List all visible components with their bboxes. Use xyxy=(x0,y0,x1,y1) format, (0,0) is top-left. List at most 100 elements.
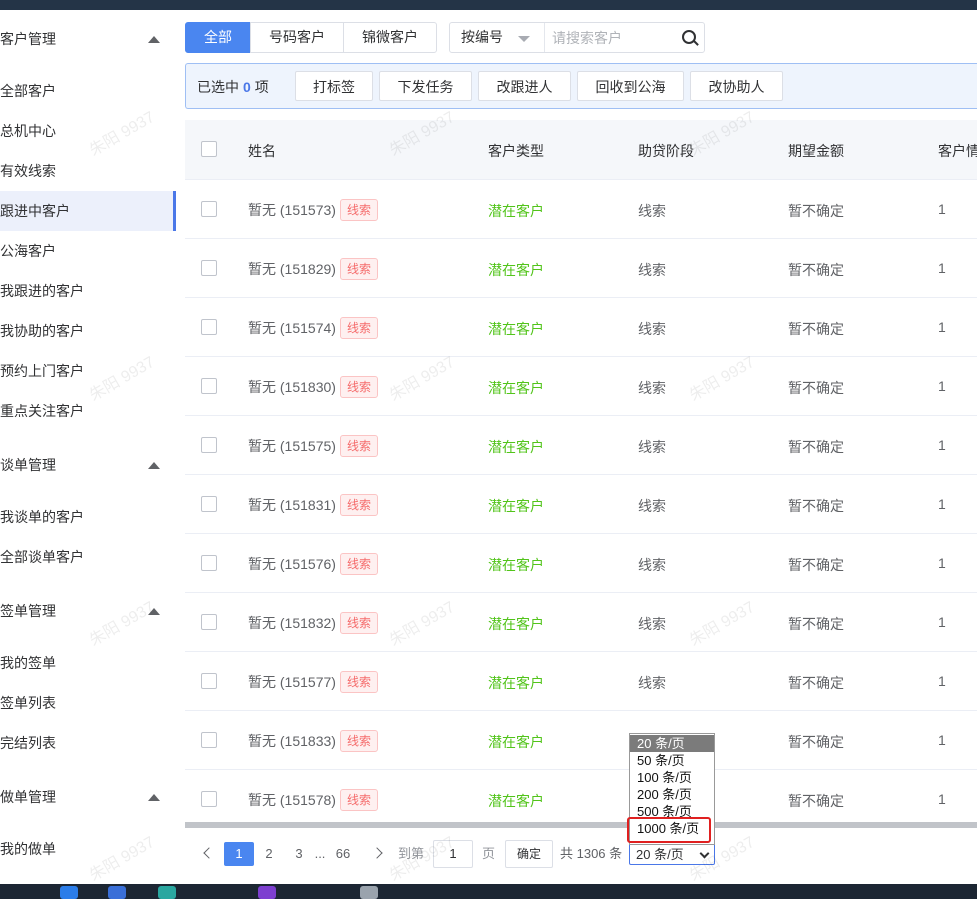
row-checkbox[interactable] xyxy=(201,791,217,807)
customer-name[interactable]: 暂无 (151577) xyxy=(248,674,336,690)
customer-name[interactable]: 暂无 (151574) xyxy=(248,320,336,336)
sidebar-item-my-work[interactable]: 我的做单 xyxy=(0,829,176,869)
row-checkbox[interactable] xyxy=(201,732,217,748)
page-size-option-20[interactable]: 20 条/页 xyxy=(630,735,714,752)
sidebar-section-deal-mgmt[interactable]: 谈单管理 xyxy=(0,447,176,483)
customer-name[interactable]: 暂无 (151573) xyxy=(248,202,336,218)
table-row[interactable]: 暂无 (151829) 线索 潜在客户 线索 暂不确定 1 xyxy=(185,239,977,298)
select-all-checkbox[interactable] xyxy=(201,141,217,157)
column-header-expected-amount[interactable]: 期望金额 xyxy=(788,141,844,161)
sidebar-item-key-customers[interactable]: 重点关注客户 xyxy=(0,391,176,431)
page-3[interactable]: 3 xyxy=(293,842,305,866)
sidebar-item-my-deals[interactable]: 我谈单的客户 xyxy=(0,497,176,537)
name-cell[interactable]: 暂无 (151578) 线索 xyxy=(248,789,378,811)
name-cell[interactable]: 暂无 (151832) 线索 xyxy=(248,612,378,634)
tab-jinwei-customers[interactable]: 锦微客户 xyxy=(343,22,437,53)
row-checkbox[interactable] xyxy=(201,673,217,689)
sidebar-item-switchboard[interactable]: 总机中心 xyxy=(0,111,176,151)
sidebar-item-appointments[interactable]: 预约上门客户 xyxy=(0,351,176,391)
page-size-option-100[interactable]: 100 条/页 xyxy=(630,769,714,786)
page-size-option-50[interactable]: 50 条/页 xyxy=(630,752,714,769)
row-checkbox[interactable] xyxy=(201,201,217,217)
sidebar-item-signed-list[interactable]: 签单列表 xyxy=(0,683,176,723)
page-size-select[interactable]: 20 条/页 xyxy=(629,843,715,865)
row-checkbox[interactable] xyxy=(201,378,217,394)
name-cell[interactable]: 暂无 (151577) 线索 xyxy=(248,671,378,693)
row-checkbox[interactable] xyxy=(201,437,217,453)
sidebar-item-my-following[interactable]: 我跟进的客户 xyxy=(0,271,176,311)
table-row[interactable]: 暂无 (151574) 线索 潜在客户 线索 暂不确定 1 xyxy=(185,298,977,357)
column-header-loan-stage[interactable]: 助贷阶段 xyxy=(638,141,694,161)
app-icon[interactable] xyxy=(108,886,126,899)
customer-name[interactable]: 暂无 (151833) xyxy=(248,733,336,749)
page-size-option-200[interactable]: 200 条/页 xyxy=(630,786,714,803)
row-checkbox[interactable] xyxy=(201,614,217,630)
app-icon[interactable] xyxy=(360,886,378,899)
tab-all[interactable]: 全部 xyxy=(185,22,251,53)
page-size-option-1000[interactable]: 1000 条/页 xyxy=(630,820,714,837)
table-row[interactable]: 暂无 (151831) 线索 潜在客户 线索 暂不确定 1 xyxy=(185,475,977,534)
sidebar-item-following-customers[interactable]: 跟进中客户 xyxy=(0,191,176,231)
table-row[interactable]: 暂无 (151830) 线索 潜在客户 线索 暂不确定 1 xyxy=(185,357,977,416)
name-cell[interactable]: 暂无 (151575) 线索 xyxy=(248,435,378,457)
sidebar-section-sign-mgmt[interactable]: 签单管理 xyxy=(0,593,176,629)
sidebar-section-work-mgmt[interactable]: 做单管理 xyxy=(0,779,176,815)
search-field-select[interactable]: 按编号 xyxy=(450,23,545,52)
name-cell[interactable]: 暂无 (151833) 线索 xyxy=(248,730,378,752)
customer-name[interactable]: 暂无 (151830) xyxy=(248,379,336,395)
row-checkbox[interactable] xyxy=(201,319,217,335)
table-row[interactable]: 暂无 (151577) 线索 潜在客户 线索 暂不确定 1 xyxy=(185,652,977,711)
change-follower-button[interactable]: 改跟进人 xyxy=(478,71,571,101)
name-cell[interactable]: 暂无 (151829) 线索 xyxy=(248,258,378,280)
assign-task-button[interactable]: 下发任务 xyxy=(379,71,472,101)
table-row[interactable]: 暂无 (151573) 线索 潜在客户 线索 暂不确定 1 xyxy=(185,180,977,239)
sidebar-item-my-signed[interactable]: 我的签单 xyxy=(0,643,176,683)
column-header-name[interactable]: 姓名 xyxy=(248,141,276,161)
customer-name[interactable]: 暂无 (151832) xyxy=(248,615,336,631)
app-icon[interactable] xyxy=(258,886,276,899)
tab-phone-customers[interactable]: 号码客户 xyxy=(250,22,344,53)
column-header-customer-level[interactable]: 客户情 xyxy=(938,141,977,161)
page-size-option-500[interactable]: 500 条/页 xyxy=(630,803,714,820)
name-cell[interactable]: 暂无 (151573) 线索 xyxy=(248,199,378,221)
row-checkbox[interactable] xyxy=(201,555,217,571)
app-icon[interactable] xyxy=(158,886,176,899)
name-cell[interactable]: 暂无 (151574) 线索 xyxy=(248,317,378,339)
name-cell[interactable]: 暂无 (151830) 线索 xyxy=(248,376,378,398)
sidebar-item-public-pool[interactable]: 公海客户 xyxy=(0,231,176,271)
customer-name[interactable]: 暂无 (151831) xyxy=(248,497,336,513)
name-cell[interactable]: 暂无 (151576) 线索 xyxy=(248,553,378,575)
sidebar-item-completed-list[interactable]: 完结列表 xyxy=(0,723,176,763)
table-row[interactable]: 暂无 (151832) 线索 潜在客户 线索 暂不确定 1 xyxy=(185,593,977,652)
customer-name[interactable]: 暂无 (151576) xyxy=(248,556,336,572)
next-page-icon[interactable] xyxy=(371,847,383,859)
tag-button[interactable]: 打标签 xyxy=(295,71,373,101)
column-header-customer-type[interactable]: 客户类型 xyxy=(488,141,544,161)
scrollbar-thumb[interactable] xyxy=(185,822,977,828)
customer-name[interactable]: 暂无 (151829) xyxy=(248,261,336,277)
page-2[interactable]: 2 xyxy=(263,842,275,866)
goto-page-input[interactable]: 1 xyxy=(433,840,473,868)
recycle-to-pool-button[interactable]: 回收到公海 xyxy=(577,71,684,101)
table-row[interactable]: 暂无 (151576) 线索 潜在客户 线索 暂不确定 1 xyxy=(185,534,977,593)
table-row[interactable]: 暂无 (151575) 线索 潜在客户 线索 暂不确定 1 xyxy=(185,416,977,475)
table-row[interactable]: 暂无 (151833) 线索 潜在客户 暂不确定 1 xyxy=(185,711,977,770)
sidebar-item-my-assisting[interactable]: 我协助的客户 xyxy=(0,311,176,351)
browser-icon[interactable] xyxy=(60,886,78,899)
page-66[interactable]: 66 xyxy=(334,842,352,866)
table-row[interactable]: 暂无 (151578) 线索 潜在客户 暂不确定 1 xyxy=(185,770,977,820)
row-checkbox[interactable] xyxy=(201,260,217,276)
sidebar-item-all-customers[interactable]: 全部客户 xyxy=(0,71,176,111)
search-icon[interactable] xyxy=(682,30,696,44)
horizontal-scrollbar[interactable] xyxy=(185,822,977,828)
sidebar-section-customer-mgmt[interactable]: 客户管理 xyxy=(0,21,176,57)
page-ellipsis[interactable]: ... xyxy=(312,842,328,866)
prev-page-icon[interactable] xyxy=(203,847,215,859)
sidebar-item-valid-leads[interactable]: 有效线索 xyxy=(0,151,176,191)
customer-name[interactable]: 暂无 (151575) xyxy=(248,438,336,454)
change-assistant-button[interactable]: 改协助人 xyxy=(690,71,783,101)
search-input[interactable] xyxy=(550,27,674,49)
goto-confirm-button[interactable]: 确定 xyxy=(505,840,553,868)
customer-name[interactable]: 暂无 (151578) xyxy=(248,792,336,808)
row-checkbox[interactable] xyxy=(201,496,217,512)
